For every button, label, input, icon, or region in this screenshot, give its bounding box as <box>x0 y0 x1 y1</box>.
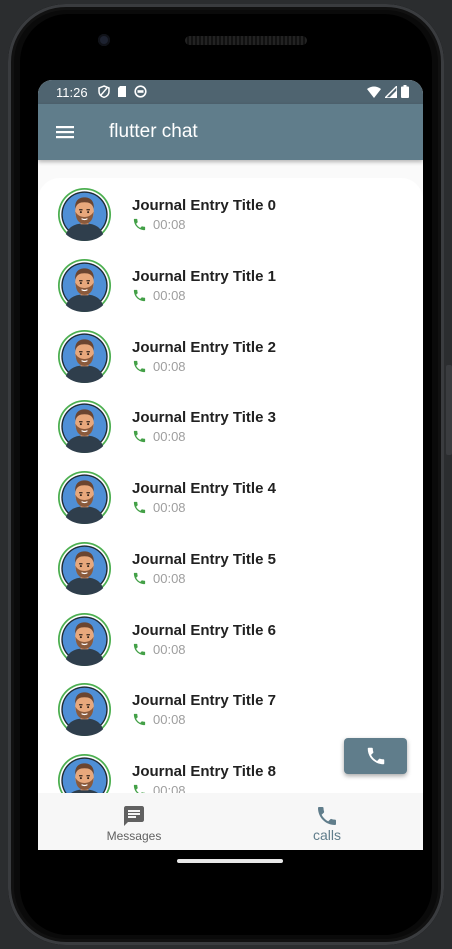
entry-title: Journal Entry Title 7 <box>132 692 276 710</box>
nav-label-calls: calls <box>312 827 341 843</box>
avatar <box>57 329 112 383</box>
app-screen: 11:26 flutter chat Journal Entry Title 0… <box>38 80 423 850</box>
list-item[interactable]: Journal Entry Title 3 00:08 <box>38 390 423 461</box>
wifi-icon <box>367 86 381 98</box>
entry-duration: 00:08 <box>153 570 186 586</box>
new-call-button[interactable] <box>344 738 407 774</box>
entry-duration: 00:08 <box>153 429 186 445</box>
entry-duration: 00:08 <box>153 287 186 303</box>
journal-entry-list[interactable]: Journal Entry Title 0 00:08 Journal Entr… <box>38 178 423 798</box>
list-item[interactable]: Journal Entry Title 0 00:08 <box>38 178 423 249</box>
entry-title: Journal Entry Title 8 <box>132 763 276 780</box>
status-system-icons <box>367 85 409 98</box>
status-time: 11:26 <box>56 85 88 100</box>
avatar <box>57 753 112 798</box>
phone-icon <box>133 643 146 655</box>
entry-duration: 00:08 <box>153 641 186 657</box>
phone-icon <box>133 714 146 726</box>
home-indicator[interactable] <box>177 859 283 863</box>
app-title: flutter chat <box>109 121 198 142</box>
status-notification-icons <box>98 85 147 98</box>
shield-icon <box>98 85 110 98</box>
list-item[interactable]: Journal Entry Title 6 00:08 <box>38 603 423 674</box>
avatar <box>57 258 112 312</box>
avatar <box>57 187 112 242</box>
phone-icon <box>367 747 384 765</box>
entry-title: Journal Entry Title 2 <box>132 338 276 356</box>
list-item[interactable]: Journal Entry Title 5 00:08 <box>38 532 423 603</box>
nav-label-messages: Messages <box>106 829 162 843</box>
list-item[interactable]: Journal Entry Title 2 00:08 <box>38 320 423 391</box>
entry-duration: 00:08 <box>153 358 186 374</box>
entry-call-info: 00:08 <box>132 217 186 232</box>
avatar <box>57 683 112 737</box>
status-bar: 11:26 <box>38 80 423 104</box>
entry-title: Journal Entry Title 3 <box>132 409 276 427</box>
sync-circle-icon <box>134 85 147 98</box>
avatar <box>57 470 112 525</box>
cellular-signal-icon <box>385 85 397 98</box>
bottom-navigation-bar: Messages calls <box>38 793 423 850</box>
entry-call-info: 00:08 <box>132 429 186 444</box>
front-camera-icon <box>98 34 110 46</box>
entry-call-info: 00:08 <box>132 571 186 586</box>
entry-duration: 00:08 <box>153 712 186 728</box>
phone-icon <box>318 807 336 825</box>
entry-duration: 00:08 <box>153 217 186 232</box>
nav-item-messages[interactable]: Messages <box>38 793 230 850</box>
app-bar: flutter chat <box>38 104 423 160</box>
entry-title: Journal Entry Title 5 <box>132 550 276 568</box>
list-item[interactable]: Journal Entry Title 4 00:08 <box>38 461 423 532</box>
avatar <box>57 612 112 666</box>
avatar <box>57 541 112 595</box>
entry-title: Journal Entry Title 0 <box>132 197 276 214</box>
list-item[interactable]: Journal Entry Title 1 00:08 <box>38 249 423 320</box>
message-icon <box>124 806 144 826</box>
entry-title: Journal Entry Title 1 <box>132 267 276 285</box>
sd-card-icon <box>118 86 126 97</box>
entry-duration: 00:08 <box>153 500 186 515</box>
nav-item-calls[interactable]: calls <box>231 793 423 850</box>
entry-title: Journal Entry Title 6 <box>132 621 276 639</box>
phone-icon <box>133 572 146 584</box>
phone-icon <box>133 289 146 301</box>
entry-call-info: 00:08 <box>132 500 186 515</box>
entry-title: Journal Entry Title 4 <box>132 480 276 497</box>
earpiece-speaker <box>185 36 307 45</box>
phone-icon <box>133 360 146 372</box>
phone-icon <box>133 431 146 443</box>
entry-call-info: 00:08 <box>132 288 186 303</box>
phone-icon <box>133 218 146 231</box>
entry-call-info: 00:08 <box>132 712 186 727</box>
list-item[interactable]: Journal Entry Title 7 00:08 <box>38 673 423 744</box>
entry-call-info: 00:08 <box>132 642 186 657</box>
phone-icon <box>133 501 146 514</box>
side-power-button <box>446 365 452 455</box>
menu-icon[interactable] <box>54 121 76 143</box>
battery-icon <box>401 85 409 98</box>
entry-call-info: 00:08 <box>132 359 186 374</box>
avatar <box>57 400 112 454</box>
